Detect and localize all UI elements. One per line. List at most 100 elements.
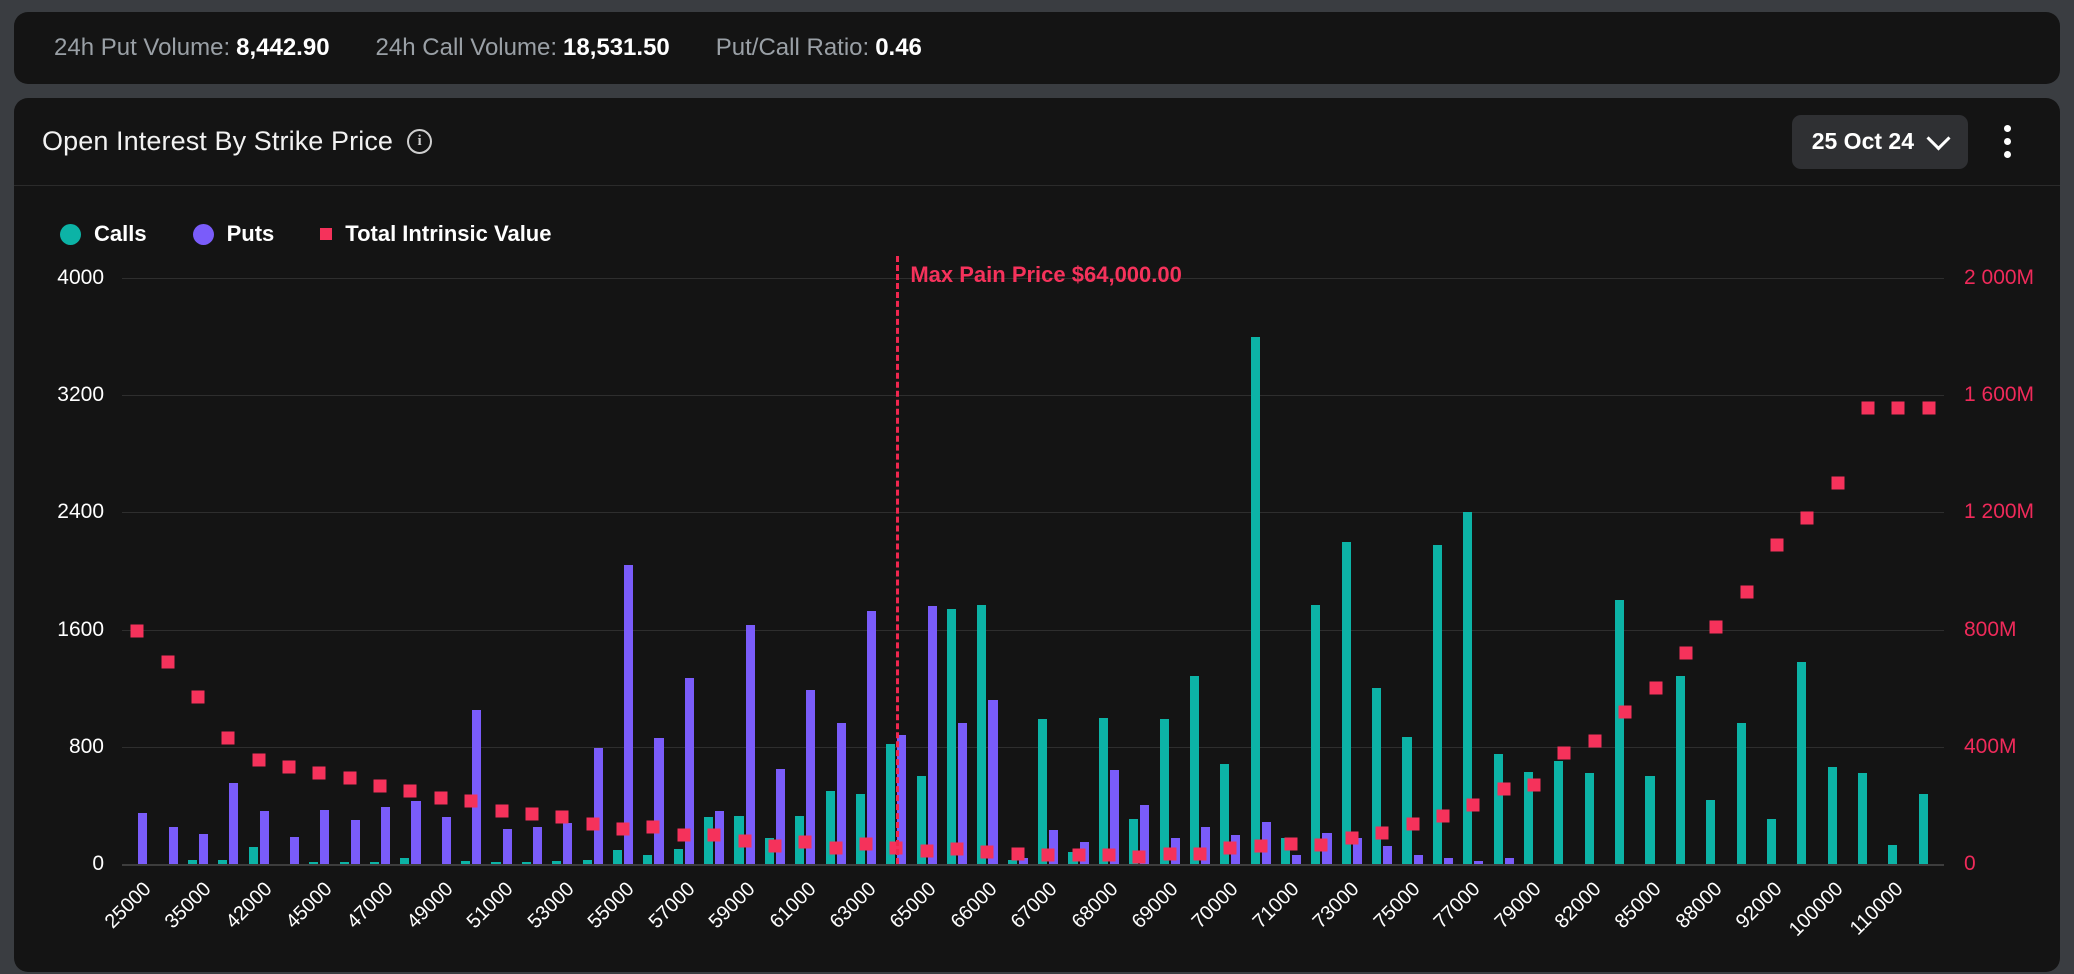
call-bar[interactable]: [491, 861, 501, 864]
intrinsic-value-point[interactable]: [1861, 401, 1875, 415]
put-bar[interactable]: [654, 738, 664, 864]
intrinsic-value-point[interactable]: [1831, 476, 1845, 490]
call-bar[interactable]: [1311, 604, 1321, 864]
call-bar[interactable]: [1766, 818, 1776, 864]
intrinsic-value-point[interactable]: [1770, 538, 1784, 552]
intrinsic-value-point[interactable]: [1557, 746, 1571, 760]
call-bar[interactable]: [1797, 661, 1807, 864]
call-bar[interactable]: [1159, 718, 1169, 864]
intrinsic-value-point[interactable]: [1254, 839, 1268, 853]
call-bar[interactable]: [339, 862, 349, 864]
kebab-menu-icon[interactable]: [1984, 115, 2030, 169]
intrinsic-value-point[interactable]: [980, 845, 994, 859]
put-bar[interactable]: [563, 822, 573, 864]
intrinsic-value-point[interactable]: [1649, 681, 1663, 695]
put-bar[interactable]: [381, 806, 391, 864]
call-bar[interactable]: [400, 858, 410, 864]
intrinsic-value-point[interactable]: [1314, 838, 1328, 852]
date-selector-button[interactable]: 25 Oct 24: [1791, 114, 1968, 169]
intrinsic-value-point[interactable]: [373, 779, 387, 793]
put-bar[interactable]: [320, 809, 330, 864]
legend-item-calls[interactable]: Calls: [60, 221, 147, 247]
put-bar[interactable]: [1474, 861, 1484, 864]
call-bar[interactable]: [1250, 336, 1260, 864]
put-bar[interactable]: [1383, 846, 1393, 864]
put-bar[interactable]: [593, 748, 603, 864]
intrinsic-value-point[interactable]: [343, 771, 357, 785]
put-bar[interactable]: [1504, 858, 1514, 864]
intrinsic-value-point[interactable]: [616, 822, 630, 836]
intrinsic-value-point[interactable]: [1284, 837, 1298, 850]
intrinsic-value-point[interactable]: [1891, 401, 1905, 415]
intrinsic-value-point[interactable]: [434, 791, 448, 805]
intrinsic-value-point[interactable]: [798, 835, 812, 849]
intrinsic-value-point[interactable]: [525, 807, 539, 821]
call-bar[interactable]: [1341, 541, 1351, 864]
intrinsic-value-point[interactable]: [1193, 847, 1207, 861]
intrinsic-value-point[interactable]: [1679, 646, 1693, 660]
put-bar[interactable]: [472, 710, 482, 864]
put-bar[interactable]: [350, 820, 360, 864]
put-bar[interactable]: [290, 836, 300, 864]
call-bar[interactable]: [643, 855, 653, 864]
intrinsic-value-point[interactable]: [1740, 585, 1754, 599]
intrinsic-value-point[interactable]: [1345, 831, 1359, 845]
call-bar[interactable]: [1402, 736, 1412, 864]
call-bar[interactable]: [552, 860, 562, 864]
intrinsic-value-point[interactable]: [859, 837, 873, 850]
intrinsic-value-point[interactable]: [1011, 847, 1025, 861]
intrinsic-value-point[interactable]: [738, 834, 752, 848]
call-bar[interactable]: [946, 609, 957, 864]
legend-item-total-intrinsic-value[interactable]: Total Intrinsic Value: [320, 221, 551, 247]
intrinsic-value-point[interactable]: [1132, 850, 1146, 864]
put-bar[interactable]: [502, 828, 512, 864]
intrinsic-value-point[interactable]: [130, 624, 144, 638]
put-bar[interactable]: [411, 801, 421, 864]
intrinsic-value-point[interactable]: [1072, 848, 1086, 862]
call-bar[interactable]: [1918, 793, 1928, 864]
call-bar[interactable]: [1584, 773, 1594, 864]
call-bar[interactable]: [673, 848, 683, 864]
put-bar[interactable]: [532, 826, 543, 864]
intrinsic-value-point[interactable]: [403, 784, 417, 798]
call-bar[interactable]: [1493, 754, 1503, 864]
intrinsic-value-point[interactable]: [768, 839, 782, 853]
chart-plot-area[interactable]: 0 800 1600 2400 3200 4000 0 400M 800M 1 200M 1 60…: [57, 256, 2034, 875]
intrinsic-value-point[interactable]: [829, 841, 843, 855]
intrinsic-value-point[interactable]: [1375, 826, 1389, 840]
intrinsic-value-point[interactable]: [1709, 620, 1723, 634]
intrinsic-value-point[interactable]: [1922, 401, 1936, 415]
intrinsic-value-point[interactable]: [1800, 511, 1814, 525]
call-bar[interactable]: [1827, 767, 1837, 864]
intrinsic-value-point[interactable]: [1436, 809, 1450, 823]
intrinsic-value-point[interactable]: [495, 804, 509, 818]
call-bar[interactable]: [218, 859, 228, 864]
legend-item-puts[interactable]: Puts: [192, 221, 274, 247]
put-bar[interactable]: [259, 811, 269, 864]
put-bar[interactable]: [229, 782, 239, 864]
intrinsic-value-point[interactable]: [1588, 734, 1602, 748]
call-bar[interactable]: [1675, 676, 1685, 864]
intrinsic-value-point[interactable]: [555, 810, 569, 824]
call-bar[interactable]: [1736, 723, 1746, 864]
intrinsic-value-point[interactable]: [1618, 705, 1632, 719]
call-bar[interactable]: [1615, 600, 1625, 864]
intrinsic-value-point[interactable]: [920, 844, 934, 858]
call-bar[interactable]: [582, 859, 592, 864]
intrinsic-value-point[interactable]: [950, 842, 964, 856]
call-bar[interactable]: [855, 793, 865, 864]
intrinsic-value-point[interactable]: [1466, 798, 1480, 812]
put-bar[interactable]: [1413, 855, 1423, 864]
intrinsic-value-point[interactable]: [191, 690, 205, 704]
call-bar[interactable]: [521, 861, 531, 864]
intrinsic-value-point[interactable]: [1406, 817, 1420, 831]
intrinsic-value-point[interactable]: [1527, 778, 1541, 792]
call-bar[interactable]: [1007, 859, 1017, 864]
call-bar[interactable]: [1888, 844, 1898, 864]
call-bar[interactable]: [1189, 676, 1200, 864]
put-bar[interactable]: [988, 699, 998, 864]
intrinsic-value-point[interactable]: [252, 753, 266, 767]
intrinsic-value-point[interactable]: [677, 828, 691, 842]
intrinsic-value-point[interactable]: [1163, 847, 1177, 861]
info-icon[interactable]: i: [407, 129, 433, 154]
